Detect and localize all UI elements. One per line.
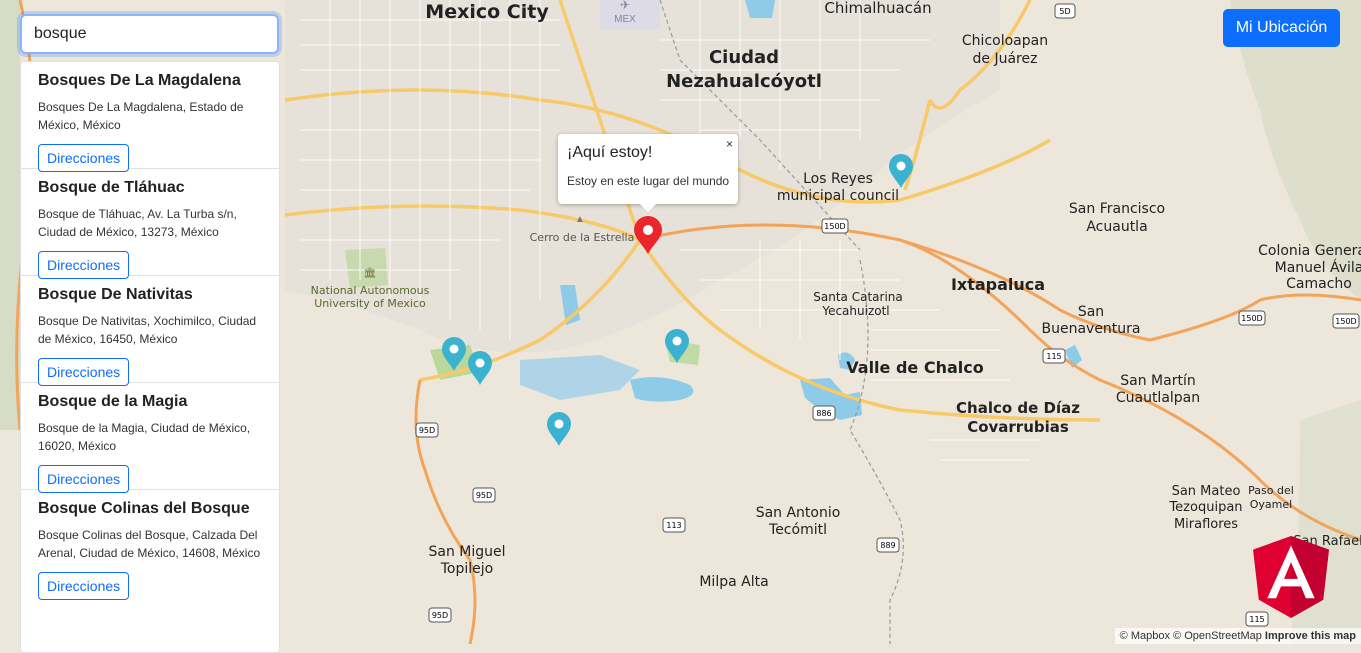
map-label: Los Reyes <box>803 171 873 187</box>
map-label: de Juárez <box>973 51 1038 67</box>
map-label: San <box>1078 304 1104 320</box>
popup-text: Estoy en este lugar del mundo <box>567 174 730 188</box>
highway-shield: 113 <box>662 517 686 533</box>
map-label: Yecahuizotl <box>821 304 889 318</box>
result-title: Bosque de la Magia <box>38 393 188 410</box>
svg-text:113: 113 <box>666 521 681 530</box>
svg-text:150D: 150D <box>1335 317 1356 326</box>
map-label: San Francisco <box>1069 201 1165 217</box>
svg-text:95D: 95D <box>432 611 448 620</box>
highway-shield: 5D <box>1054 3 1076 19</box>
highway-shield: 95D <box>428 607 452 623</box>
highway-shield: 889 <box>876 537 900 553</box>
map-label: Mexico City <box>425 1 549 23</box>
directions-button[interactable]: Direcciones <box>38 358 130 386</box>
improve-map-link[interactable]: Improve this map <box>1265 630 1356 642</box>
map-label: University of Mexico <box>314 297 426 310</box>
map-label: Buenaventura <box>1041 321 1140 337</box>
map-label: Oyamel <box>1250 498 1292 511</box>
highway-shield: 150D <box>1332 313 1360 329</box>
angular-logo-icon <box>1253 536 1329 618</box>
directions-button[interactable]: Direcciones <box>38 465 130 493</box>
map-label: Manuel Ávila <box>1275 259 1361 276</box>
highway-shield: 886 <box>812 405 836 421</box>
map-label: Chimalhuacán <box>824 0 931 17</box>
map-label: San Miguel <box>428 544 505 560</box>
map-label: Santa Catarina <box>813 290 902 304</box>
map-label: San Antonio <box>756 505 841 521</box>
peak-icon: ▲ <box>575 214 585 225</box>
svg-text:95D: 95D <box>419 426 435 435</box>
map-label: Colonia General <box>1258 243 1361 259</box>
map-label: Ixtapaluca <box>951 275 1045 294</box>
search-box <box>20 14 280 54</box>
map-label: San Martín <box>1120 373 1195 389</box>
map-label: Milpa Alta <box>699 574 768 590</box>
map-label: Cuautlalpan <box>1116 390 1200 406</box>
svg-text:5D: 5D <box>1059 7 1070 16</box>
map-label: Tecómitl <box>768 522 827 538</box>
svg-text:115: 115 <box>1046 352 1061 361</box>
map-label: Chalco de Díaz <box>956 399 1080 417</box>
highway-shield: 115 <box>1042 348 1066 364</box>
directions-button[interactable]: Direcciones <box>38 572 130 600</box>
search-results-list: Bosques De La Magdalena Bosques De La Ma… <box>20 61 280 653</box>
result-title: Bosque Colinas del Bosque <box>38 500 250 517</box>
highway-shield: 150D <box>821 218 849 234</box>
svg-text:95D: 95D <box>476 491 492 500</box>
mapbox-link[interactable]: © Mapbox <box>1120 630 1170 642</box>
result-address: Bosque Colinas del Bosque, Calzada Del Ar… <box>38 528 261 560</box>
svg-text:150D: 150D <box>1241 314 1262 323</box>
popup-title: ¡Aquí estoy! <box>567 144 653 161</box>
my-location-button[interactable]: Mi Ubicación <box>1223 9 1340 47</box>
map-label: Paso del <box>1248 484 1294 497</box>
map-label: Cerro de la Estrella <box>530 231 635 244</box>
directions-button[interactable]: Direcciones <box>38 251 130 279</box>
result-item[interactable]: Bosque Colinas del Bosque Bosque Colinas… <box>21 490 279 600</box>
highway-shield: 150D <box>1238 310 1266 326</box>
map-label: Covarrubias <box>967 418 1069 436</box>
highway-shield: 95D <box>415 422 439 438</box>
map-label: Acuautla <box>1086 219 1147 235</box>
result-title: Bosque De Nativitas <box>38 286 193 303</box>
svg-text:MEX: MEX <box>614 14 636 25</box>
search-input[interactable] <box>20 14 279 54</box>
map-label: Camacho <box>1286 276 1352 292</box>
result-item[interactable]: Bosques De La Magdalena Bosques De La Ma… <box>21 62 279 172</box>
map-label: municipal council <box>777 188 899 204</box>
osm-link[interactable]: © OpenStreetMap <box>1173 630 1262 642</box>
result-address: Bosque de la Magia, Ciudad de México, 160… <box>38 421 251 453</box>
location-popup: ¡Aquí estoy! Estoy en este lugar del mun… <box>558 134 738 212</box>
directions-button[interactable]: Direcciones <box>38 144 130 172</box>
result-item[interactable]: Bosque de la Magia Bosque de la Magia, C… <box>21 383 279 493</box>
map-label: Topilejo <box>440 561 493 577</box>
map-label: Ciudad <box>709 47 779 68</box>
popup-close-button[interactable]: × <box>726 137 733 151</box>
result-title: Bosques De La Magdalena <box>38 72 241 89</box>
map-label: Nezahualcóyotl <box>666 71 822 92</box>
map-label: Miraflores <box>1174 517 1238 532</box>
result-address: Bosques De La Magdalena, Estado de México… <box>38 100 244 132</box>
result-item[interactable]: Bosque De Nativitas Bosque De Nativitas,… <box>21 276 279 386</box>
svg-text:886: 886 <box>816 409 831 418</box>
map-label: San Mateo <box>1172 484 1241 499</box>
map-attribution: © Mapbox © OpenStreetMap Improve this ma… <box>1114 628 1361 644</box>
map-label: National Autonomous <box>311 284 430 297</box>
result-address: Bosque de Tláhuac, Av. La Turba s/n, Ciud… <box>38 207 237 239</box>
highway-shield: 95D <box>472 487 496 503</box>
map-label: Chicoloapan <box>962 33 1048 49</box>
map-label: Valle de Chalco <box>846 358 983 377</box>
svg-text:150D: 150D <box>824 222 845 231</box>
map-label: Tezoquipan <box>1168 500 1242 515</box>
result-item[interactable]: Bosque de Tláhuac Bosque de Tláhuac, Av.… <box>21 169 279 279</box>
result-title: Bosque de Tláhuac <box>38 179 185 196</box>
university-icon: 🏛 <box>364 267 377 279</box>
svg-text:✈: ✈ <box>620 0 630 12</box>
result-address: Bosque De Nativitas, Xochimilco, Ciudad d… <box>38 314 257 346</box>
svg-text:889: 889 <box>880 541 895 550</box>
